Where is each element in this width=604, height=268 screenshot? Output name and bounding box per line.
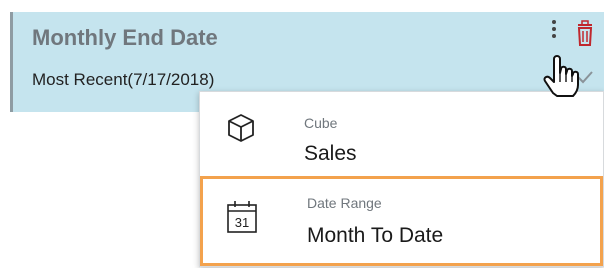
dropdown-menu: Cube Sales 31 Date Range Month To Date [199,91,604,267]
menu-item-label: Month To Date [307,224,444,247]
menu-item-sublabel: Cube [304,115,338,131]
hand-pointer-icon [543,55,579,97]
filter-value[interactable]: Most Recent(7/17/2018) [32,70,214,90]
calendar-icon: 31 [227,201,257,233]
menu-item-cube[interactable]: Cube Sales [200,92,603,176]
kebab-icon[interactable] [548,18,560,48]
menu-item-label: Sales [304,142,357,165]
menu-item-date-range[interactable]: 31 Date Range Month To Date [200,176,603,266]
calendar-day-text: 31 [235,215,249,230]
trash-icon[interactable] [574,18,596,48]
cube-icon [228,114,254,142]
filter-title: Monthly End Date [32,25,218,50]
menu-item-sublabel: Date Range [307,195,382,211]
